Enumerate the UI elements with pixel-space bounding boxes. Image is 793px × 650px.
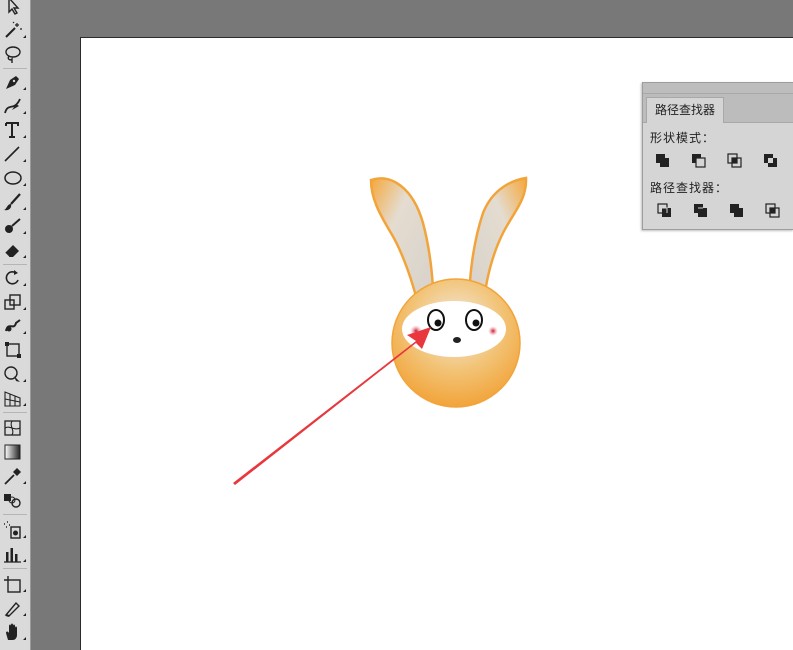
unite-icon bbox=[656, 154, 669, 167]
lasso-tool[interactable] bbox=[2, 44, 26, 64]
exclude-icon bbox=[764, 154, 777, 167]
magic-wand-icon bbox=[5, 21, 22, 38]
type-icon bbox=[5, 122, 19, 138]
magic-wand-tool[interactable] bbox=[2, 20, 26, 40]
slice-tool[interactable] bbox=[2, 598, 26, 618]
warp-tool[interactable] bbox=[2, 316, 26, 336]
intersect-button[interactable] bbox=[726, 152, 744, 170]
merge-button[interactable] bbox=[728, 202, 746, 220]
blob-brush-tool[interactable] bbox=[2, 216, 26, 236]
ellipse-tool[interactable] bbox=[2, 168, 26, 188]
nose bbox=[453, 337, 461, 343]
curvature-tool[interactable] bbox=[2, 96, 26, 116]
illustrator-window: 路径查找器 形状模式： 路径查找器： bbox=[0, 0, 793, 650]
exclude-button[interactable] bbox=[762, 152, 780, 170]
direct-selection-tool[interactable] bbox=[2, 0, 26, 16]
right-eye bbox=[465, 309, 483, 331]
divide-button[interactable] bbox=[656, 202, 674, 220]
intersect-icon bbox=[727, 153, 742, 168]
rotate-tool[interactable] bbox=[2, 268, 26, 288]
blend-icon bbox=[4, 494, 21, 508]
minus-front-button[interactable] bbox=[690, 152, 708, 170]
direct-selection-icon bbox=[8, 0, 20, 15]
free-transform-tool[interactable] bbox=[2, 340, 26, 360]
symbol-sprayer-icon bbox=[4, 521, 21, 539]
shape-builder-icon bbox=[4, 366, 20, 382]
ellipse-icon bbox=[4, 171, 22, 185]
eyedropper-tool[interactable] bbox=[2, 466, 26, 486]
pathfinders-label: 路径查找器： bbox=[650, 181, 729, 195]
paintbrush-tool[interactable] bbox=[2, 192, 26, 212]
rabbit-face[interactable] bbox=[402, 301, 506, 357]
hand-icon bbox=[6, 623, 17, 640]
slice-icon bbox=[4, 601, 20, 617]
gradient-tool[interactable] bbox=[2, 442, 26, 462]
paintbrush-icon bbox=[4, 193, 21, 211]
free-transform-icon bbox=[5, 342, 21, 358]
merge-icon bbox=[730, 204, 743, 217]
eraser-icon bbox=[4, 245, 19, 258]
minus-front-icon bbox=[692, 154, 706, 168]
scale-icon bbox=[4, 294, 21, 310]
pen-icon bbox=[6, 76, 19, 89]
mesh-tool[interactable] bbox=[2, 418, 26, 438]
scale-tool[interactable] bbox=[2, 292, 26, 312]
left-eye bbox=[427, 309, 445, 331]
eraser-tool[interactable] bbox=[2, 240, 26, 260]
eyedropper-icon bbox=[4, 468, 21, 485]
blend-tool[interactable] bbox=[2, 490, 26, 510]
rotate-icon bbox=[5, 270, 19, 285]
perspective-grid-icon bbox=[4, 391, 21, 407]
pen-tool[interactable] bbox=[2, 72, 26, 92]
perspective-grid-tool[interactable] bbox=[2, 388, 26, 408]
type-tool[interactable] bbox=[2, 120, 26, 140]
line-segment-icon bbox=[4, 146, 20, 162]
tools-panel bbox=[0, 0, 31, 650]
gradient-icon bbox=[4, 444, 21, 460]
shape-modes-label: 形状模式： bbox=[650, 131, 716, 145]
right-cheek bbox=[488, 326, 498, 336]
tab-pathfinder[interactable]: 路径查找器 bbox=[646, 97, 725, 123]
line-segment-tool[interactable] bbox=[2, 144, 26, 164]
lasso-icon bbox=[5, 46, 21, 63]
divide-icon bbox=[657, 203, 671, 217]
artboard-tool[interactable] bbox=[2, 574, 26, 594]
shape-builder-tool[interactable] bbox=[2, 364, 26, 384]
column-graph-icon bbox=[4, 548, 21, 563]
crop-button[interactable] bbox=[764, 202, 782, 220]
unite-button[interactable] bbox=[654, 152, 672, 170]
crop-icon bbox=[765, 203, 780, 218]
pathfinder-panel: 路径查找器 形状模式： 路径查找器： bbox=[642, 82, 793, 230]
curvature-icon bbox=[4, 98, 21, 114]
panel-tab-bar: 路径查找器 bbox=[643, 94, 793, 123]
trim-icon bbox=[694, 204, 707, 217]
blob-brush-icon bbox=[5, 218, 21, 233]
artboard-icon bbox=[4, 576, 21, 593]
mesh-icon bbox=[4, 420, 21, 436]
panel-drag-bar[interactable] bbox=[643, 83, 793, 94]
trim-button[interactable] bbox=[692, 202, 710, 220]
column-graph-tool[interactable] bbox=[2, 544, 26, 564]
hand-tool[interactable] bbox=[2, 622, 26, 642]
warp-icon bbox=[5, 319, 21, 332]
symbol-sprayer-tool[interactable] bbox=[2, 520, 26, 540]
